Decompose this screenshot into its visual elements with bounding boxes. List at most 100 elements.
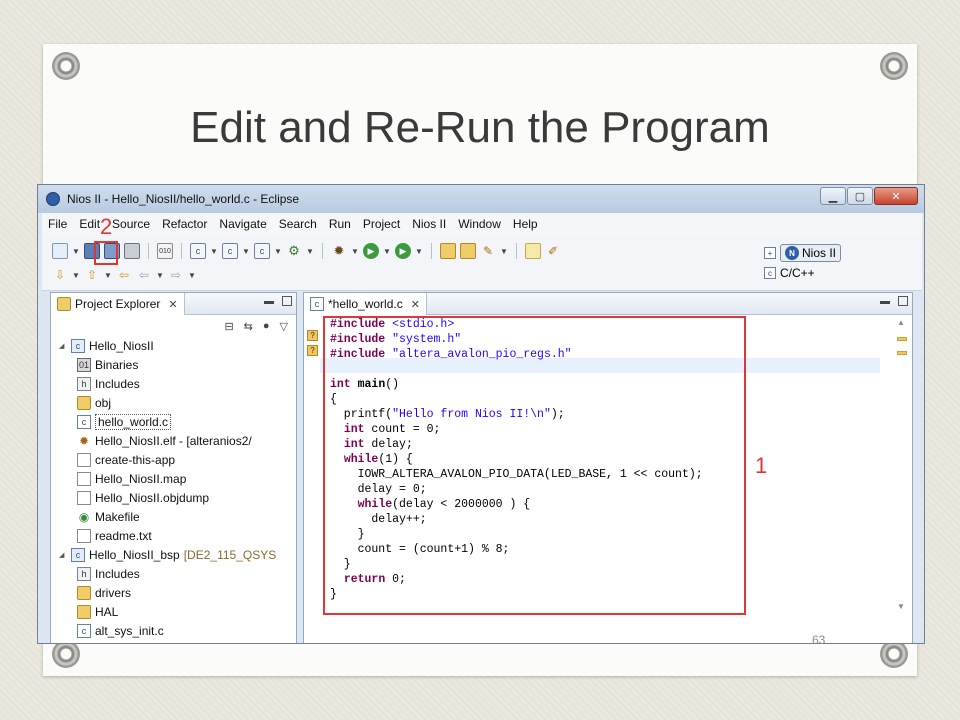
- page-number: 63: [812, 633, 826, 647]
- menu-item-navigate[interactable]: Navigate: [213, 217, 272, 231]
- collapse-all-icon[interactable]: ⊟: [224, 320, 233, 333]
- perspective-nios[interactable]: N Nios II: [780, 244, 842, 262]
- overview-ruler[interactable]: ▲ ▼: [892, 315, 912, 643]
- tree-item[interactable]: 01 Binaries: [77, 356, 138, 374]
- tree-item[interactable]: create-this-app: [77, 451, 175, 469]
- dropdown-icon[interactable]: ▼: [104, 267, 112, 283]
- print-icon[interactable]: [124, 243, 140, 259]
- open-type-icon[interactable]: [440, 243, 456, 259]
- tree-item[interactable]: h Includes: [77, 375, 140, 393]
- includes-icon: h: [77, 377, 91, 391]
- edit-icon[interactable]: ✎: [480, 243, 496, 259]
- run-icon[interactable]: ▶: [363, 243, 379, 259]
- tree-item[interactable]: ◢ c Hello_NiosII_bsp [DE2_115_QSYS: [59, 546, 276, 564]
- dropdown-icon[interactable]: ▼: [500, 243, 508, 259]
- last-edit-location-icon[interactable]: ⇦: [116, 267, 132, 283]
- tree-item[interactable]: Hello_NiosII.objdump: [77, 489, 209, 507]
- forward-icon[interactable]: ⇨: [168, 267, 184, 283]
- tree-item[interactable]: ◉ Makefile: [77, 508, 140, 526]
- tree-item[interactable]: readme.txt: [77, 527, 152, 545]
- expand-toggle-icon[interactable]: ◢: [59, 342, 67, 350]
- tree-item-label: obj: [95, 396, 112, 410]
- tab-project-explorer[interactable]: Project Explorer ✕: [51, 293, 185, 315]
- menu-item-refactor[interactable]: Refactor: [156, 217, 213, 231]
- tree-item[interactable]: obj: [77, 394, 111, 412]
- debug-icon[interactable]: ✹: [331, 243, 347, 259]
- maximize-icon[interactable]: [282, 296, 292, 306]
- tree-item[interactable]: drivers: [77, 584, 131, 602]
- window-title: Nios II - Hello_NiosII/hello_world.c - E…: [67, 192, 300, 206]
- tab-hello-world[interactable]: c *hello_world.c ✕: [304, 293, 427, 315]
- project-explorer: Project Explorer ✕ ▬ ⊟ ⇆ ● ▽ ◢ c Hello_Nio…: [50, 292, 297, 643]
- menu-item-run[interactable]: Run: [323, 217, 357, 231]
- menu-item-window[interactable]: Window: [452, 217, 507, 231]
- new-icon[interactable]: [52, 243, 68, 259]
- warning-marker[interactable]: [897, 351, 907, 355]
- minimize-icon[interactable]: ▬: [880, 296, 890, 307]
- elf-icon: ✹: [78, 434, 90, 448]
- menu-item-help[interactable]: Help: [507, 217, 544, 231]
- forward-dropdown-icon[interactable]: ▼: [188, 267, 196, 283]
- perspective-cpp[interactable]: c C/C++: [764, 263, 914, 283]
- menu-item-nios-ii[interactable]: Nios II: [406, 217, 452, 231]
- maximize-button[interactable]: ▢: [847, 187, 873, 205]
- back-dropdown-icon[interactable]: ▼: [156, 267, 164, 283]
- tree-item[interactable]: c alt_sys_init.c: [77, 622, 164, 640]
- debug-dropdown-icon[interactable]: ▼: [351, 243, 359, 259]
- expand-toggle-icon[interactable]: ◢: [59, 551, 67, 559]
- menu-item-file[interactable]: File: [42, 217, 73, 231]
- dropdown-icon[interactable]: ▼: [306, 243, 314, 259]
- maximize-icon[interactable]: [898, 296, 908, 306]
- c-file-icon: c: [77, 415, 91, 429]
- external-tools-icon[interactable]: ▶: [395, 243, 411, 259]
- new-source-file-icon[interactable]: c: [254, 243, 270, 259]
- new-dropdown-icon[interactable]: ▼: [72, 243, 80, 259]
- close-button[interactable]: ✕: [874, 187, 918, 205]
- dropdown-icon[interactable]: ▼: [274, 243, 282, 259]
- view-menu-icon[interactable]: ▽: [280, 320, 288, 333]
- previous-annotation-icon[interactable]: ⇧: [84, 267, 100, 283]
- open-folder-icon[interactable]: [460, 243, 476, 259]
- c-file-icon: c: [310, 297, 324, 311]
- dropdown-icon[interactable]: ▼: [242, 243, 250, 259]
- minimize-button[interactable]: ▁: [820, 187, 846, 205]
- tree-item[interactable]: ✹ Hello_NiosII.elf - [alteranios2/: [77, 432, 252, 450]
- build-icon[interactable]: ⚙: [286, 243, 302, 259]
- tree-item-label: Hello_NiosII: [89, 339, 154, 353]
- link-editor-icon[interactable]: ⇆: [244, 320, 253, 333]
- folder-icon: [77, 605, 91, 619]
- menu-item-project[interactable]: Project: [357, 217, 406, 231]
- tree-item-label: drivers: [95, 586, 132, 600]
- binary-icon[interactable]: 010: [157, 243, 173, 259]
- close-icon[interactable]: ✕: [168, 298, 177, 311]
- filters-icon[interactable]: ●: [263, 320, 270, 333]
- tree-item[interactable]: h Includes: [77, 565, 140, 583]
- tree-item[interactable]: HAL: [77, 603, 118, 621]
- menu-item-search[interactable]: Search: [273, 217, 323, 231]
- toggle-highlight-icon[interactable]: [525, 243, 541, 259]
- open-perspective-icon[interactable]: +: [764, 247, 776, 259]
- back-icon[interactable]: ⇦: [136, 267, 152, 283]
- scroll-up-icon[interactable]: ▲: [897, 318, 905, 327]
- annotation-icon[interactable]: ✐: [545, 243, 561, 259]
- tree-item[interactable]: Hello_NiosII.map: [77, 470, 186, 488]
- scroll-down-icon[interactable]: ▼: [897, 602, 905, 611]
- menu-item-source[interactable]: Source: [106, 217, 156, 231]
- c-file-icon: c: [77, 624, 91, 638]
- run-dropdown-icon[interactable]: ▼: [383, 243, 391, 259]
- minimize-icon[interactable]: ▬: [264, 296, 274, 307]
- document-icon: [77, 453, 91, 467]
- code-marker-label: 1: [755, 453, 768, 478]
- external-tools-dropdown-icon[interactable]: ▼: [415, 243, 423, 259]
- close-icon[interactable]: ✕: [411, 298, 420, 311]
- new-c-project-icon[interactable]: c: [190, 243, 206, 259]
- next-annotation-icon[interactable]: ⇩: [52, 267, 68, 283]
- new-folder-icon[interactable]: c: [222, 243, 238, 259]
- dropdown-icon[interactable]: ▼: [72, 267, 80, 283]
- tree-item[interactable]: c hello_world.c: [77, 413, 172, 431]
- dropdown-icon[interactable]: ▼: [210, 243, 218, 259]
- project-explorer-icon: [57, 297, 71, 311]
- tree-item[interactable]: ◢ c Hello_NiosII: [59, 337, 154, 355]
- editor-ruler: ? ?: [304, 315, 320, 643]
- warning-marker[interactable]: [897, 337, 907, 341]
